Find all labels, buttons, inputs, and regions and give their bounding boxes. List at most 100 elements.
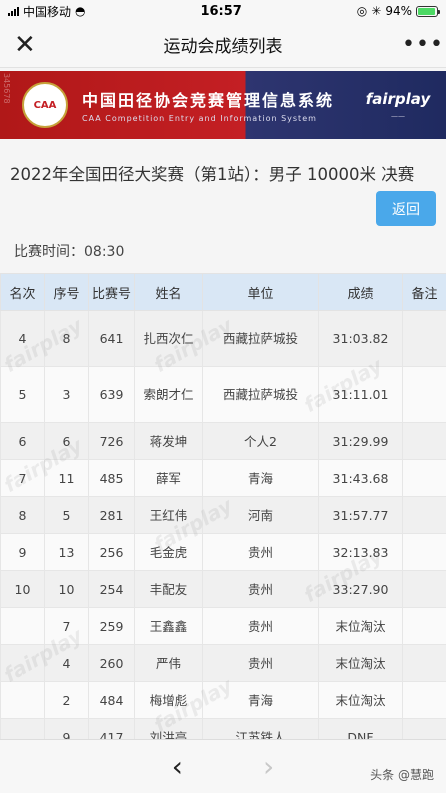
cell-name: 薛军 xyxy=(134,459,203,497)
cell-result: 末位淘汰 xyxy=(318,607,403,645)
cell-note xyxy=(402,533,446,571)
header-note: 备注 xyxy=(402,273,446,311)
cell-result: 31:11.01 xyxy=(318,366,403,423)
source-credit: 头条 @慧跑 xyxy=(370,768,434,782)
title-bar: ✕ 运动会成绩列表 ••• xyxy=(0,22,446,68)
cell-rank: 10 xyxy=(0,570,45,608)
cell-name: 索朗才仁 xyxy=(134,366,203,423)
cell-note xyxy=(402,644,446,682)
cell-unit: 青海 xyxy=(202,459,319,497)
carrier-label: 中国移动 xyxy=(23,4,72,19)
forward-arrow-icon[interactable]: › xyxy=(263,750,274,783)
close-icon[interactable]: ✕ xyxy=(14,32,44,58)
cell-unit: 西藏拉萨城投 xyxy=(202,366,319,423)
cell-result: 31:29.99 xyxy=(318,422,403,460)
back-arrow-icon[interactable]: ‹ xyxy=(172,750,183,783)
fairplay-brand: fairplay xyxy=(365,90,431,108)
cell-unit: 个人2 xyxy=(202,422,319,460)
cell-rank: 5 xyxy=(0,366,45,423)
cell-name: 扎西次仁 xyxy=(134,310,203,367)
banner-decoration: 345678 xyxy=(2,73,11,104)
cell-rank xyxy=(0,718,45,739)
cell-bib: 485 xyxy=(88,459,135,497)
battery-icon xyxy=(415,5,440,17)
banner-title: 中国田径协会竞赛管理信息系统 xyxy=(82,91,335,110)
bluetooth-icon: ✳ xyxy=(371,4,382,18)
cell-result: 末位淘汰 xyxy=(318,681,403,719)
header-result: 成绩 xyxy=(318,273,403,311)
cell-name: 毛金虎 xyxy=(134,533,203,571)
cell-unit: 贵州 xyxy=(202,570,319,608)
cell-rank: 7 xyxy=(0,459,45,497)
table-row: 5 3 639 索朗才仁 西藏拉萨城投 31:11.01 xyxy=(0,366,446,423)
match-time-label: 比赛时间： xyxy=(14,244,84,260)
cell-seq: 7 xyxy=(44,607,89,645)
cell-result: 31:57.77 xyxy=(318,496,403,534)
cell-rank: 8 xyxy=(0,496,45,534)
cell-result: 末位淘汰 xyxy=(318,644,403,682)
cell-note xyxy=(402,310,446,367)
cell-seq: 4 xyxy=(44,644,89,682)
cell-bib: 281 xyxy=(88,496,135,534)
battery-percent: 94% xyxy=(385,4,412,18)
cell-seq: 3 xyxy=(44,366,89,423)
cell-seq: 10 xyxy=(44,570,89,608)
signal-icon xyxy=(8,6,19,16)
table-row: 10 10 254 丰配友 贵州 33:27.90 xyxy=(0,570,446,608)
back-row: 返回 xyxy=(0,185,446,227)
cell-unit: 西藏拉萨城投 xyxy=(202,310,319,367)
rotation-lock-icon: ◎ xyxy=(356,4,368,18)
cell-result: 32:13.83 xyxy=(318,533,403,571)
results-table-wrapper[interactable]: 名次 序号 比赛号 姓名 单位 成绩 备注 4 8 641 扎西次仁 西藏拉萨城… xyxy=(0,273,446,739)
more-icon[interactable]: ••• xyxy=(402,32,443,57)
banner-text: 中国田径协会竞赛管理信息系统 CAA Competition Entry and… xyxy=(82,87,362,123)
cell-unit: 江苏铁人 xyxy=(202,718,319,739)
caa-logo: CAA xyxy=(22,82,68,128)
cell-rank xyxy=(0,644,45,682)
cell-rank: 6 xyxy=(0,422,45,460)
cell-bib: 260 xyxy=(88,644,135,682)
cell-name: 王鑫鑫 xyxy=(134,607,203,645)
table-row: 9 417 刘洪亮 江苏铁人 DNF xyxy=(0,718,446,739)
clock: 16:57 xyxy=(200,3,242,19)
cell-name: 刘洪亮 xyxy=(134,718,203,739)
header-unit: 单位 xyxy=(202,273,319,311)
status-bar: 中国移动 ◓ 16:57 ◎ ✳ 94% xyxy=(0,0,446,22)
event-title: 2022年全国田径大奖赛（第1站）：男子 10000米 决赛 xyxy=(10,165,415,184)
cell-seq: 5 xyxy=(44,496,89,534)
fairplay-logo: fairplay —— xyxy=(362,90,434,120)
cell-note xyxy=(402,459,446,497)
cell-name: 丰配友 xyxy=(134,570,203,608)
back-button[interactable]: 返回 xyxy=(376,191,436,226)
results-table: 名次 序号 比赛号 姓名 单位 成绩 备注 4 8 641 扎西次仁 西藏拉萨城… xyxy=(0,273,446,739)
cell-note xyxy=(402,496,446,534)
cell-seq: 9 xyxy=(44,718,89,739)
table-row: 4 8 641 扎西次仁 西藏拉萨城投 31:03.82 xyxy=(0,310,446,367)
header-bib: 比赛号 xyxy=(88,273,135,311)
header-name: 姓名 xyxy=(134,273,203,311)
cell-note xyxy=(402,607,446,645)
cell-bib: 641 xyxy=(88,310,135,367)
cell-name: 王红伟 xyxy=(134,496,203,534)
cell-result: DNF xyxy=(318,718,403,739)
cell-note xyxy=(402,718,446,739)
cell-note xyxy=(402,366,446,423)
table-row: 2 484 梅增彪 青海 末位淘汰 xyxy=(0,681,446,719)
cell-rank: 4 xyxy=(0,310,45,367)
cell-bib: 254 xyxy=(88,570,135,608)
cell-unit: 青海 xyxy=(202,681,319,719)
status-left: 中国移动 ◓ xyxy=(8,3,86,20)
cell-note xyxy=(402,422,446,460)
cell-rank xyxy=(0,681,45,719)
status-right: ◎ ✳ 94% xyxy=(356,4,440,18)
cell-unit: 贵州 xyxy=(202,533,319,571)
cell-bib: 259 xyxy=(88,607,135,645)
table-row: 8 5 281 王红伟 河南 31:57.77 xyxy=(0,496,446,534)
cell-unit: 贵州 xyxy=(202,607,319,645)
cell-unit: 贵州 xyxy=(202,644,319,682)
cell-name: 蒋发坤 xyxy=(134,422,203,460)
cell-unit: 河南 xyxy=(202,496,319,534)
wifi-icon: ◓ xyxy=(75,4,86,18)
cell-result: 31:03.82 xyxy=(318,310,403,367)
cell-bib: 256 xyxy=(88,533,135,571)
